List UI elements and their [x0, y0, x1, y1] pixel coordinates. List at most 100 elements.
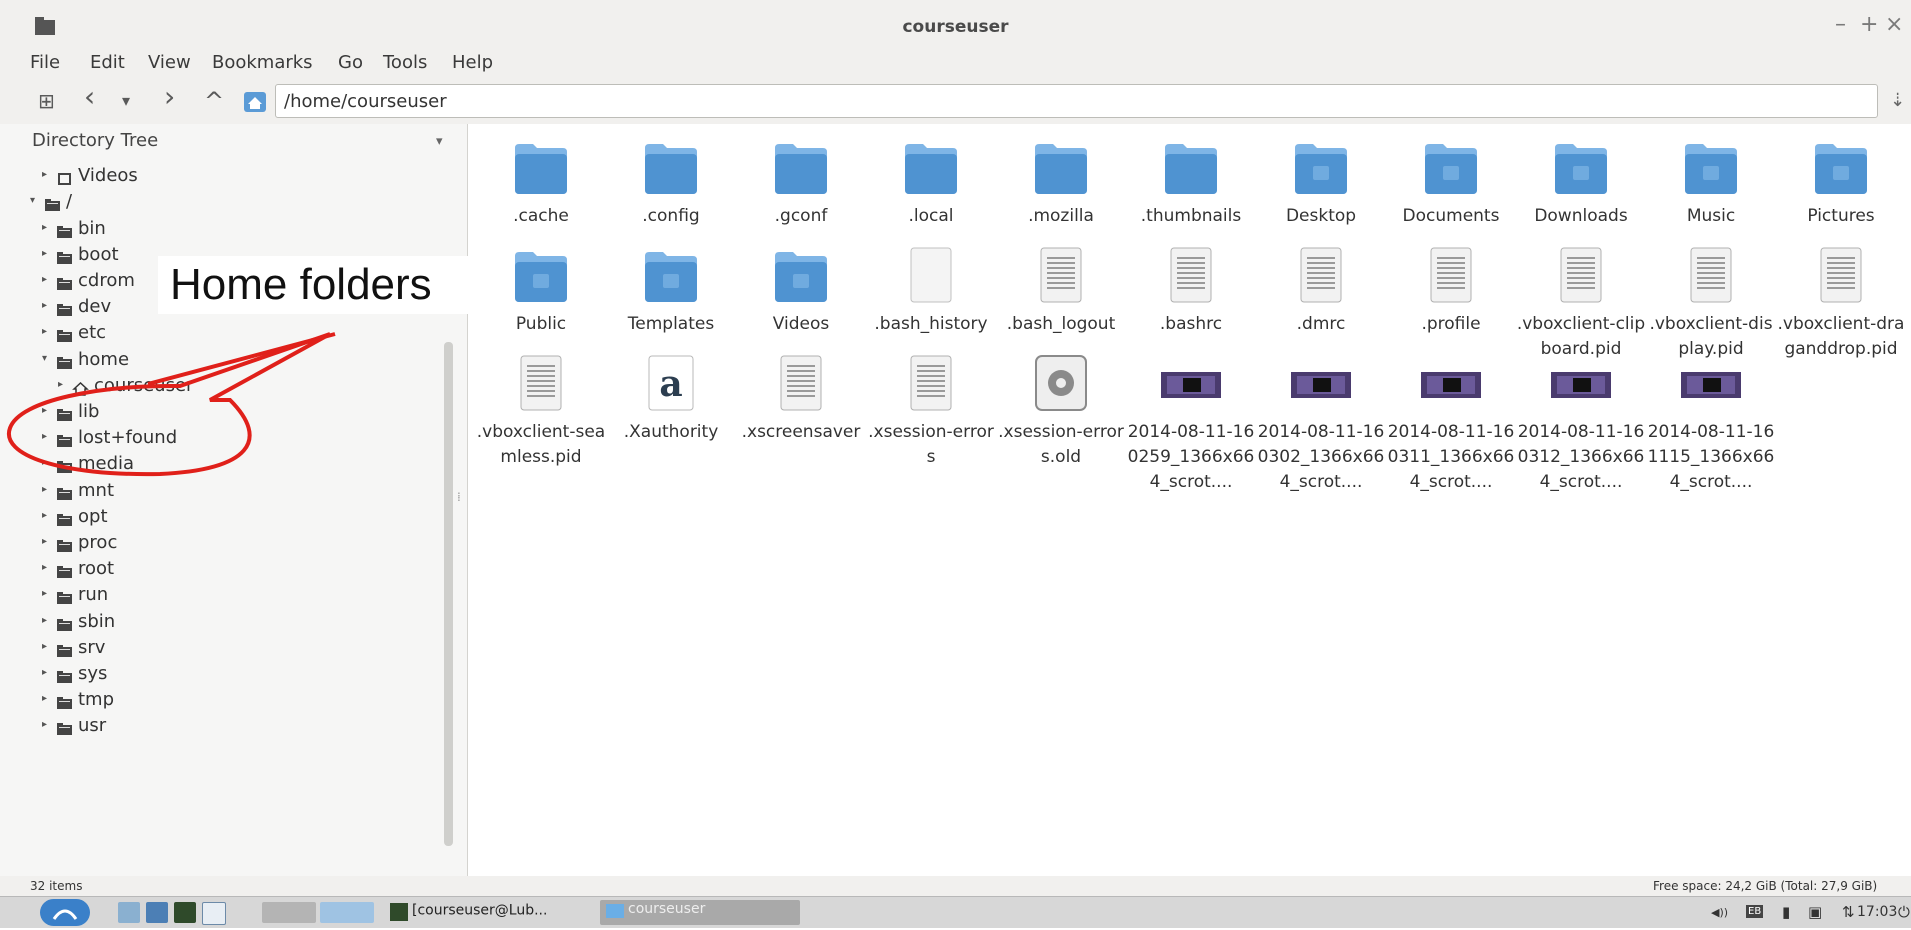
expander-closed-icon[interactable]: ▸ [42, 667, 52, 678]
expander-closed-icon[interactable]: ▸ [42, 588, 52, 599]
expander-closed-icon[interactable]: ▸ [42, 641, 52, 652]
tree-item-label: cdrom [78, 270, 135, 291]
expander-closed-icon[interactable]: ▸ [42, 457, 52, 468]
expander-closed-icon[interactable]: ▸ [42, 484, 52, 495]
expander-closed-icon[interactable]: ▸ [42, 431, 52, 442]
chevron-down-icon[interactable]: ▾ [436, 134, 443, 149]
expander-closed-icon[interactable]: ▸ [42, 248, 52, 259]
expander-closed-icon[interactable]: ▸ [42, 615, 52, 626]
close-button[interactable]: × [1885, 14, 1903, 36]
expander-closed-icon[interactable]: ▸ [58, 379, 68, 390]
file-item-label: .vboxclient-seamless.pid [476, 422, 606, 467]
folder-icon [56, 223, 73, 238]
file-item-label: Videos [772, 314, 830, 334]
expander-open-icon[interactable]: ▾ [30, 195, 40, 206]
terminal-launcher-icon[interactable] [174, 902, 196, 923]
sidebar-mode-selector[interactable]: Directory Tree [32, 130, 452, 160]
file-manager-launcher-icon[interactable] [146, 902, 168, 923]
file-item[interactable]: .xsession-errors.old [996, 340, 1126, 490]
tree-item-label: dev [78, 296, 112, 318]
file-item[interactable]: 2014-08-11-160312_1366x664_scrot.... [1516, 340, 1646, 492]
show-desktop-icon[interactable] [118, 902, 140, 923]
file-item[interactable]: .vboxclient-seamless.pid [476, 340, 606, 490]
clipboard-icon[interactable]: ▣ [1808, 903, 1822, 921]
keyboard-layout-icon[interactable]: EB [1746, 905, 1764, 918]
file-item-label: .thumbnails [1140, 206, 1242, 226]
expander-closed-icon[interactable]: ▸ [42, 562, 52, 573]
menu-bookmarks[interactable]: Bookmarks [212, 52, 313, 73]
file-item[interactable]: 2014-08-11-161115_1366x664_scrot.... [1646, 340, 1776, 492]
file-item[interactable]: .xscreensaver [736, 340, 866, 490]
start-menu-button[interactable] [40, 899, 90, 926]
tree-item-label: / [66, 191, 73, 213]
history-dropdown-icon[interactable]: ▾ [122, 86, 130, 116]
file-item-label: .vboxclient-draganddrop.pid [1777, 314, 1905, 359]
volume-icon[interactable]: ◀)) [1711, 906, 1728, 919]
task-terminal[interactable]: [courseuser@Lub... [390, 900, 590, 925]
task-file-manager[interactable]: courseuser [600, 900, 800, 925]
folder-icon [606, 904, 624, 918]
workspace-1[interactable] [262, 902, 316, 923]
expander-closed-icon[interactable]: ▸ [42, 222, 52, 233]
task-file-manager-label: courseuser [628, 901, 706, 917]
up-icon[interactable]: ^ [204, 86, 224, 116]
file-item[interactable]: 2014-08-11-160311_1366x664_scrot.... [1386, 340, 1516, 492]
expander-closed-icon[interactable]: ▸ [42, 300, 52, 311]
network-icon[interactable]: ⇅ [1842, 903, 1855, 921]
folder-icon [56, 275, 73, 290]
back-icon[interactable]: ‹ [84, 82, 95, 112]
file-item[interactable]: 2014-08-11-160302_1366x664_scrot.... [1256, 340, 1386, 492]
file-item[interactable]: .vboxclient-draganddrop.pid [1776, 232, 1906, 382]
expander-closed-icon[interactable]: ▸ [42, 693, 52, 704]
tree-item-label: tmp [78, 689, 115, 711]
file-item-label: .profile [1421, 314, 1481, 334]
file-icon [1031, 246, 1091, 304]
pane-splitter[interactable]: ⁞ [457, 490, 461, 504]
go-icon[interactable]: ⇣ [1890, 90, 1905, 111]
file-item[interactable]: 2014-08-11-160259_1366x664_scrot.... [1126, 340, 1256, 492]
maximize-button[interactable]: + [1860, 14, 1878, 36]
expander-closed-icon[interactable]: ▸ [42, 510, 52, 521]
folder-icon [56, 458, 73, 474]
expander-closed-icon[interactable]: ▸ [42, 169, 52, 180]
file-item-label: Music [1686, 206, 1736, 226]
path-bar[interactable]: /home/courseuser [275, 84, 1878, 118]
folder-icon [56, 432, 73, 448]
file-item[interactable]: a .Xauthority [606, 340, 736, 490]
expander-closed-icon[interactable]: ▸ [42, 719, 52, 730]
file-item[interactable]: .xsession-errors [866, 340, 996, 490]
expander-closed-icon[interactable]: ▸ [42, 326, 52, 337]
forward-icon[interactable]: › [164, 82, 175, 112]
menu-tools[interactable]: Tools [383, 52, 427, 73]
toolbar: ⊞ ‹ ▾ › ^ /home/courseuser ⇣ [0, 80, 1911, 125]
file-item-label: 2014-08-11-160302_1366x664_scrot.... [1257, 422, 1385, 492]
menu-file[interactable]: File [30, 52, 60, 73]
browser-launcher-icon[interactable] [202, 902, 226, 925]
minimize-button[interactable]: – [1835, 14, 1846, 36]
expander-closed-icon[interactable]: ▸ [42, 536, 52, 547]
menu-help[interactable]: Help [452, 52, 493, 73]
file-item-label: .bash_logout [1006, 314, 1116, 334]
folder-icon [56, 720, 73, 736]
workspace-2[interactable] [320, 902, 374, 923]
image-file-icon [1291, 354, 1351, 412]
menu-view[interactable]: View [148, 52, 191, 73]
menu-go[interactable]: Go [338, 52, 363, 73]
power-icon[interactable]: ⏻ [1898, 903, 1910, 921]
file-icon [771, 354, 831, 412]
file-item-label: 2014-08-11-160259_1366x664_scrot.... [1127, 422, 1255, 492]
file-icon [1551, 246, 1611, 304]
tree-item-label: root [78, 558, 115, 580]
folder-icon [56, 589, 73, 605]
file-item-label: 2014-08-11-161115_1366x664_scrot.... [1647, 422, 1775, 492]
home-icon[interactable] [242, 90, 268, 114]
expander-closed-icon[interactable]: ▸ [42, 274, 52, 285]
sidebar-scrollbar[interactable] [444, 342, 453, 846]
battery-icon[interactable]: ▮ [1782, 903, 1790, 921]
menu-edit[interactable]: Edit [90, 52, 125, 73]
new-tab-icon[interactable]: ⊞ [38, 86, 55, 116]
expander-closed-icon[interactable]: ▸ [42, 405, 52, 416]
folder-icon [771, 246, 831, 304]
item-count: 32 items [30, 879, 83, 893]
expander-open-icon[interactable]: ▾ [42, 353, 52, 364]
